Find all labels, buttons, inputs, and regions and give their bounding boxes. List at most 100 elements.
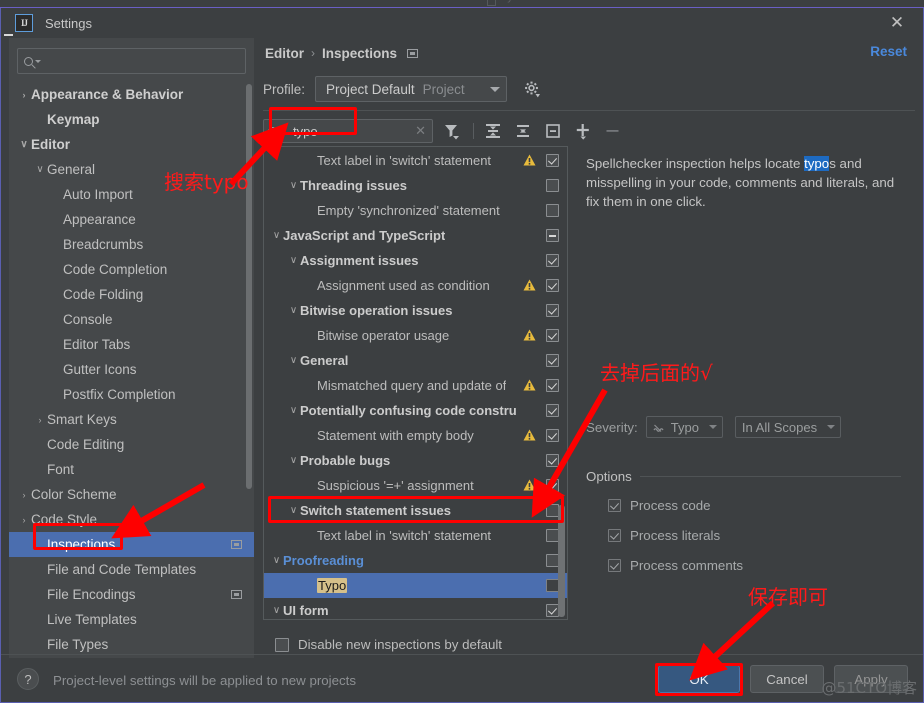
- option-checkbox[interactable]: [608, 499, 621, 512]
- sidebar-item-smart-keys[interactable]: › Smart Keys: [9, 407, 254, 432]
- inspection-enabled-checkbox[interactable]: [546, 404, 559, 417]
- sidebar-item-live-templates[interactable]: Live Templates: [9, 607, 254, 632]
- inspection-enabled-checkbox[interactable]: [546, 254, 559, 267]
- sidebar-item-auto-import[interactable]: Auto Import: [9, 182, 254, 207]
- scope-select[interactable]: In All Scopes: [734, 416, 842, 438]
- chevron-down-icon[interactable]: ∨: [33, 164, 47, 175]
- sidebar-item-font[interactable]: Font: [9, 457, 254, 482]
- sidebar-item-file-encodings[interactable]: File Encodings: [9, 582, 254, 607]
- inspection-row[interactable]: Text label in 'switch' statement: [264, 523, 567, 548]
- inspection-row[interactable]: ∨ General: [264, 348, 567, 373]
- help-icon[interactable]: ?: [17, 668, 39, 690]
- sidebar-item-editor[interactable]: ∨ Editor: [9, 132, 254, 157]
- profile-select[interactable]: Project Default Project: [315, 76, 508, 102]
- sidebar-item-general[interactable]: ∨ General: [9, 157, 254, 182]
- close-icon[interactable]: ✕: [885, 11, 909, 35]
- inspection-row[interactable]: ∨ Probable bugs: [264, 448, 567, 473]
- inspection-row[interactable]: Statement with empty body: [264, 423, 567, 448]
- sidebar-item-code-completion[interactable]: Code Completion: [9, 257, 254, 282]
- inspection-enabled-checkbox[interactable]: [546, 354, 559, 367]
- inspection-enabled-checkbox[interactable]: [546, 154, 559, 167]
- option-row[interactable]: Process comments: [608, 558, 743, 573]
- reset-link[interactable]: Reset: [870, 44, 907, 59]
- inspection-enabled-checkbox[interactable]: [546, 229, 559, 242]
- inspection-row[interactable]: ∨ Switch statement issues: [264, 498, 567, 523]
- inspection-row[interactable]: ∨ Bitwise operation issues: [264, 298, 567, 323]
- sidebar-item-breadcrumbs[interactable]: Breadcrumbs: [9, 232, 254, 257]
- sidebar-scrollbar[interactable]: [246, 84, 252, 489]
- disable-new-inspections-row[interactable]: Disable new inspections by default: [263, 637, 502, 652]
- sidebar-item-keymap[interactable]: Keymap: [9, 107, 254, 132]
- sidebar-item-console[interactable]: Console: [9, 307, 254, 332]
- sidebar-item-color-scheme[interactable]: › Color Scheme: [9, 482, 254, 507]
- inspection-row[interactable]: ∨ Proofreading: [264, 548, 567, 573]
- chevron-right-icon[interactable]: ›: [17, 90, 31, 100]
- sidebar-item-code-folding[interactable]: Code Folding: [9, 282, 254, 307]
- inspection-row[interactable]: ∨ UI form: [264, 598, 567, 619]
- chevron-down-icon[interactable]: ∨: [287, 505, 300, 516]
- sidebar-item-code-style[interactable]: › Code Style: [9, 507, 254, 532]
- inspection-tree[interactable]: Text label in 'switch' statement ∨ Threadi…: [264, 148, 567, 619]
- inspection-enabled-checkbox[interactable]: [546, 479, 559, 492]
- inspection-row[interactable]: Mismatched query and update of: [264, 373, 567, 398]
- chevron-down-icon[interactable]: ∨: [287, 455, 300, 466]
- inspection-row[interactable]: ∨ Assignment issues: [264, 248, 567, 273]
- inspection-filter-input[interactable]: typo ✕: [263, 119, 433, 143]
- inspection-tree-scrollbar[interactable]: [558, 505, 565, 617]
- inspection-row[interactable]: Text label in 'switch' statement: [264, 148, 567, 173]
- inspection-row[interactable]: Suspicious '=+' assignment: [264, 473, 567, 498]
- chevron-down-icon[interactable]: ∨: [270, 605, 283, 616]
- chevron-down-icon[interactable]: ∨: [270, 230, 283, 241]
- inspection-enabled-checkbox[interactable]: [546, 204, 559, 217]
- sidebar-item-inspections[interactable]: Inspections: [9, 532, 254, 557]
- breadcrumb-parent[interactable]: Editor: [265, 46, 304, 61]
- sidebar-item-code-editing[interactable]: Code Editing: [9, 432, 254, 457]
- inspection-row[interactable]: Typo: [264, 573, 567, 598]
- chevron-down-icon[interactable]: ∨: [287, 305, 300, 316]
- inspection-enabled-checkbox[interactable]: [546, 179, 559, 192]
- sidebar-search-input[interactable]: [17, 48, 246, 74]
- sidebar-item-postfix-completion[interactable]: Postfix Completion: [9, 382, 254, 407]
- option-checkbox[interactable]: [608, 559, 621, 572]
- inspection-enabled-checkbox[interactable]: [546, 279, 559, 292]
- severity-select[interactable]: Typo: [645, 416, 723, 438]
- chevron-down-icon[interactable]: ∨: [287, 180, 300, 191]
- expand-all-icon[interactable]: [482, 120, 504, 142]
- inspection-row[interactable]: Assignment used as condition: [264, 273, 567, 298]
- add-icon[interactable]: [572, 120, 594, 142]
- inspection-row[interactable]: ∨ Potentially confusing code constru: [264, 398, 567, 423]
- chevron-down-icon[interactable]: ∨: [270, 555, 283, 566]
- inspection-enabled-checkbox[interactable]: [546, 429, 559, 442]
- option-row[interactable]: Process code: [608, 498, 711, 513]
- chevron-down-icon[interactable]: ∨: [287, 255, 300, 266]
- inspection-row[interactable]: ∨ JavaScript and TypeScript: [264, 223, 567, 248]
- filter-icon[interactable]: [441, 120, 463, 142]
- sidebar-item-appearance[interactable]: Appearance: [9, 207, 254, 232]
- chevron-down-icon[interactable]: ∨: [287, 355, 300, 366]
- inspection-row[interactable]: Bitwise operator usage: [264, 323, 567, 348]
- chevron-right-icon[interactable]: ›: [17, 490, 31, 500]
- inspection-enabled-checkbox[interactable]: [546, 329, 559, 342]
- disable-new-inspections-checkbox[interactable]: [275, 637, 289, 652]
- sidebar-item-gutter-icons[interactable]: Gutter Icons: [9, 357, 254, 382]
- chevron-right-icon[interactable]: ›: [17, 515, 31, 525]
- clear-icon[interactable]: ✕: [415, 123, 426, 139]
- option-checkbox[interactable]: [608, 529, 621, 542]
- inspection-row[interactable]: Empty 'synchronized' statement: [264, 198, 567, 223]
- inspection-enabled-checkbox[interactable]: [546, 379, 559, 392]
- sidebar-item-editor-tabs[interactable]: Editor Tabs: [9, 332, 254, 357]
- chevron-down-icon[interactable]: ∨: [287, 405, 300, 416]
- chevron-down-icon[interactable]: ∨: [17, 139, 31, 150]
- sidebar-tree[interactable]: › Appearance & Behavior Keymap ∨ Editor ∨ Gene…: [9, 82, 254, 658]
- collapse-all-icon[interactable]: [512, 120, 534, 142]
- inspection-row[interactable]: ∨ Threading issues: [264, 173, 567, 198]
- sidebar-item-file-and-code-templates[interactable]: File and Code Templates: [9, 557, 254, 582]
- ok-button[interactable]: OK: [658, 665, 740, 693]
- inspection-enabled-checkbox[interactable]: [546, 454, 559, 467]
- option-row[interactable]: Process literals: [608, 528, 720, 543]
- collapse-group-icon[interactable]: [542, 120, 564, 142]
- apply-button[interactable]: Apply: [834, 665, 908, 693]
- cancel-button[interactable]: Cancel: [750, 665, 824, 693]
- chevron-right-icon[interactable]: ›: [33, 415, 47, 425]
- sidebar-item-appearance-behavior[interactable]: › Appearance & Behavior: [9, 82, 254, 107]
